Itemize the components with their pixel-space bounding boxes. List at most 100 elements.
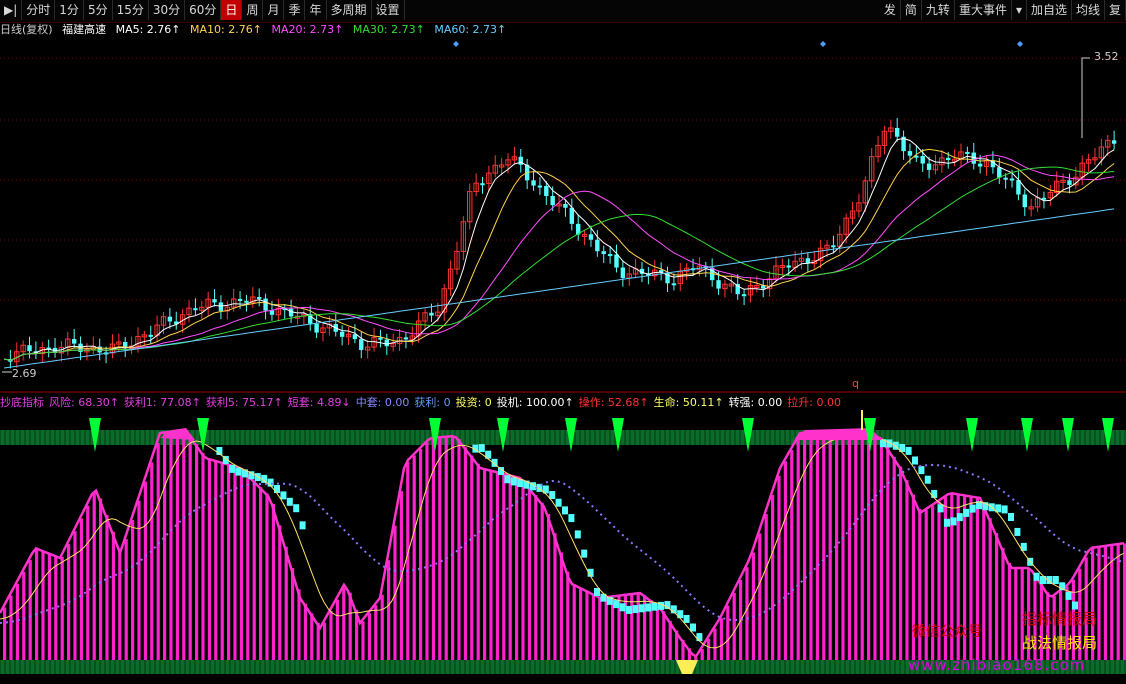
risk-bar [591,593,595,660]
tool-button-3[interactable]: 重大事件 [955,0,1012,20]
period-button-5[interactable]: 30分 [149,0,186,20]
candle-down [907,151,913,156]
trail-block [274,485,280,493]
risk-bar [86,505,90,660]
tool-button-4[interactable]: 加自选 [1027,0,1072,20]
candle-down [148,334,153,337]
period-button-10[interactable]: 季 [284,0,306,20]
low-price-label: 2.69 [12,367,37,380]
risk-bar [3,607,7,660]
trail-block [918,466,925,475]
candle-down [544,185,549,196]
candle-down [946,157,951,160]
period-button-9[interactable]: 月 [263,0,285,20]
period-button-6[interactable]: 60分 [185,0,222,20]
stock-chart[interactable] [0,38,1126,684]
tool-button-0[interactable]: 发 [880,0,901,20]
diamond-marker [1017,41,1023,47]
risk-bar [156,443,160,660]
risk-bar [489,470,493,660]
candle-down [193,308,198,311]
risk-bar [278,525,282,660]
risk-bar [892,456,896,660]
period-button-7[interactable]: 日 [221,0,243,20]
risk-bar [515,476,519,660]
risk-bar [163,432,167,660]
indicator-value-11: 转强: 0.00 [728,396,783,409]
chevron-down-icon[interactable]: ▾ [1012,0,1027,20]
risk-bar [803,432,807,660]
trail-block [956,513,963,522]
tool-button-6[interactable]: 复 [1105,0,1126,20]
candle-down [588,234,594,240]
risk-bar [630,594,634,660]
candle-down [429,312,434,316]
marker-q: q [852,377,859,390]
tool-button-5[interactable]: 均线 [1072,0,1105,20]
trail-block [632,605,639,614]
stock-name: 福建高速 [62,23,107,36]
candle-down [71,339,77,344]
risk-bar [521,479,525,660]
period-button-2[interactable]: 1分 [55,0,84,20]
candle-down [384,339,389,347]
risk-bar [35,548,39,660]
period-button-8[interactable]: 周 [242,0,264,20]
risk-bar [758,533,762,660]
risk-bar [547,514,551,660]
period-toolbar: ▶| 分时 1分 5分 15分 30分 60分日周月季年多周期 设置 发简九转 重大事件 ▾ 加自选… [0,0,1126,23]
period-button-4[interactable]: 15分 [113,0,149,20]
risk-bar [246,474,250,660]
risk-bar [777,475,781,660]
risk-bar [1097,546,1101,660]
risk-bar [105,515,109,660]
trail-block [1052,576,1059,584]
risk-bar [387,560,391,660]
risk-bar [873,435,877,660]
tool-button-2[interactable]: 九转 [922,0,955,20]
risk-bar [9,595,13,660]
trail-block [931,489,938,498]
risk-bar [598,597,602,660]
period-button-3[interactable]: 5分 [84,0,113,20]
period-button-11[interactable]: 年 [305,0,327,20]
candle-down [218,302,224,311]
candle-down [997,167,1002,178]
risk-bar [905,480,909,660]
indicator-value-7: 投资: 0 [455,396,492,409]
trail-block [280,491,287,500]
trail-block [690,623,696,632]
ma30-value: MA30: 2.73↑ [352,23,425,36]
candle-down [339,331,345,337]
risk-bar [476,463,480,660]
period-button-0[interactable]: ▶| [0,0,23,20]
risk-bar [195,444,199,660]
ma5-line [3,137,1115,361]
risk-bar [879,437,883,660]
candle-down [537,185,543,188]
trail-block [696,633,703,642]
candle-down [920,155,925,164]
risk-bar [534,495,538,660]
period-button-13[interactable]: 设置 [372,0,405,20]
risk-bar [566,571,570,660]
period-button-12[interactable]: 多周期 [327,0,372,20]
indicator-value-8: 投机: 100.00↑ [496,396,574,409]
trail-block [1008,513,1014,521]
candle-down [786,265,791,268]
trail-block [638,604,645,613]
risk-bar [79,518,83,660]
ma60-line [3,208,1115,369]
risk-bar [259,487,263,660]
candle-down [1067,180,1072,185]
candle-down [1111,140,1117,144]
candle-down [965,151,970,154]
tool-button-1[interactable]: 简 [901,0,922,20]
trail-block [683,614,690,623]
risk-bar [636,593,640,660]
indicator-value-0: 抄底指标 [0,396,44,409]
watermark-wechat: 微信公众号 [912,624,982,640]
trail-block [969,504,976,513]
period-button-1[interactable]: 分时 [22,0,56,20]
indicator-value-12: 拉升: 0.00 [787,396,841,409]
